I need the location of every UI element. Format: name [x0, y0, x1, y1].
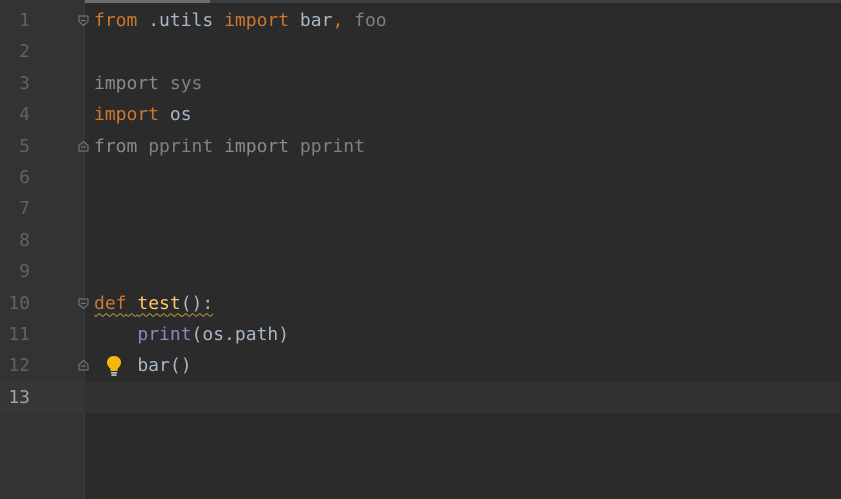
code-line[interactable]: 13 [0, 382, 841, 413]
code-token: import [94, 104, 160, 126]
code-line[interactable]: 12 bar() [0, 350, 841, 381]
code-text[interactable]: def test(): [94, 288, 213, 319]
code-token: from [94, 135, 138, 157]
code-token: print [137, 323, 192, 345]
line-number: 2 [19, 41, 30, 63]
code-token: test [137, 292, 181, 314]
line-number: 13 [8, 386, 30, 408]
code-lines[interactable]: 1 from .utils import bar, foo 2 3 import sys… [0, 5, 841, 413]
code-line[interactable]: 10 def test(): [0, 288, 841, 319]
line-number: 8 [19, 229, 30, 251]
code-text[interactable]: import sys [94, 68, 202, 99]
code-token: bar [289, 10, 333, 31]
code-token: import [224, 10, 290, 31]
line-number: 6 [19, 166, 30, 188]
line-number: 11 [8, 323, 30, 345]
code-token: bar() [94, 355, 192, 377]
code-token: from [94, 10, 138, 31]
fold-close-icon[interactable] [77, 359, 90, 372]
code-line[interactable]: 11 print(os.path) [0, 319, 841, 350]
code-token: pprint [137, 135, 225, 157]
code-token: foo [343, 10, 387, 31]
line-number: 12 [8, 355, 30, 377]
line-number: 3 [19, 72, 30, 94]
code-line[interactable]: 1 from .utils import bar, foo [0, 5, 841, 36]
code-editor[interactable]: 1 from .utils import bar, foo 2 3 import sys… [0, 0, 841, 499]
line-number: 7 [19, 198, 30, 220]
fold-open-icon[interactable] [77, 297, 90, 310]
code-token: import [224, 135, 290, 157]
line-number: 5 [19, 135, 30, 157]
code-token: pprint [289, 135, 365, 157]
code-token: import [94, 72, 160, 94]
fold-open-icon[interactable] [77, 14, 90, 27]
line-number: 9 [19, 261, 30, 283]
code-token: os [159, 104, 192, 126]
code-token: sys [159, 72, 203, 94]
code-text[interactable]: import os [94, 99, 192, 130]
horizontal-scrollbar[interactable] [0, 0, 841, 3]
code-token: (os.path) [191, 323, 290, 345]
code-text[interactable]: print(os.path) [94, 319, 289, 350]
code-token: .utils [137, 10, 225, 31]
code-line[interactable]: 4 import os [0, 99, 841, 130]
line-number: 1 [19, 10, 30, 31]
line-number: 10 [8, 292, 30, 314]
code-line[interactable]: 9 [0, 256, 841, 287]
fold-close-icon[interactable] [77, 140, 90, 153]
code-text[interactable]: from .utils import bar, foo [94, 5, 387, 36]
code-line[interactable]: 7 [0, 193, 841, 224]
code-line[interactable]: 6 [0, 162, 841, 193]
code-token: , [332, 10, 344, 31]
line-number: 4 [19, 104, 30, 126]
code-text[interactable]: from pprint import pprint [94, 131, 365, 162]
code-text[interactable]: bar() [94, 350, 192, 381]
code-line[interactable]: 2 [0, 36, 841, 67]
code-token: def [94, 292, 127, 314]
code-line[interactable]: 5 from pprint import pprint [0, 131, 841, 162]
code-token: (): [180, 292, 214, 314]
code-line[interactable]: 3 import sys [0, 68, 841, 99]
code-line[interactable]: 8 [0, 225, 841, 256]
